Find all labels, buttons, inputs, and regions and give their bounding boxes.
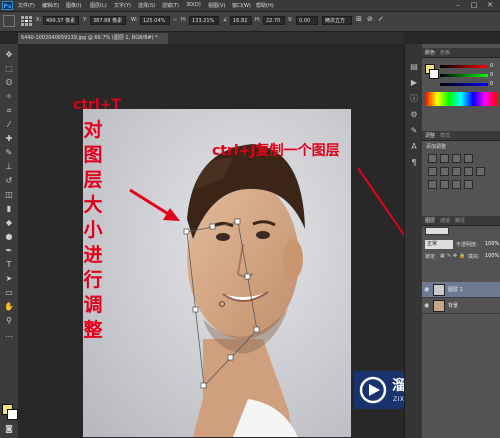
threshold-icon[interactable]: [452, 180, 461, 189]
panel-icon-strip: ▤ ▶ ⓘ ⚙ ✎ A ¶: [404, 44, 423, 438]
adjust-hint: 添加调整: [426, 144, 447, 150]
tab-styles[interactable]: 样式: [440, 132, 450, 139]
invert-icon[interactable]: [428, 180, 437, 189]
red-value[interactable]: 0: [490, 63, 493, 69]
tab-adjust[interactable]: 调整: [425, 132, 435, 139]
layers-panel-header: 图层 通道 路径: [422, 216, 500, 226]
opacity-label: 不透明度:: [456, 242, 478, 248]
right-panels: 颜色 色板 0 0 0 调整 样式 添加调整 图层 通道 路径 正常 不透明度:…: [422, 44, 500, 438]
vibrance-icon[interactable]: [428, 167, 437, 176]
brush-preset-icon[interactable]: ✎: [409, 126, 419, 136]
color-spectrum[interactable]: [425, 92, 497, 106]
tab-paths[interactable]: 路径: [455, 217, 465, 224]
eye-icon[interactable]: ◉: [424, 286, 429, 293]
tab-swatches[interactable]: 色板: [440, 49, 450, 56]
layer-row-layer1[interactable]: ◉ 图层 1: [422, 282, 500, 298]
eye-icon[interactable]: ◉: [424, 302, 429, 309]
info-icon[interactable]: ⓘ: [409, 94, 419, 104]
layer-name[interactable]: 图层 1: [448, 286, 463, 293]
curves-icon[interactable]: [452, 154, 461, 163]
color-balance-icon[interactable]: [452, 167, 461, 176]
blend-mode-select[interactable]: 正常: [425, 240, 453, 249]
tab-layers[interactable]: 图层: [425, 217, 435, 224]
tab-channels[interactable]: 通道: [440, 217, 450, 224]
tab-color[interactable]: 颜色: [425, 49, 435, 56]
layer-thumbnail: [433, 284, 445, 296]
paragraph-icon[interactable]: ¶: [409, 158, 419, 168]
layer-row-background[interactable]: ◉ 背景: [422, 298, 500, 314]
adjust-panel-header: 调整 样式: [422, 131, 500, 141]
history-icon[interactable]: ▤: [409, 62, 419, 72]
lock-icons[interactable]: ▦✎✥🔒: [440, 253, 467, 259]
arrow-head-left: [163, 208, 180, 221]
red-slider[interactable]: [440, 65, 488, 68]
layer-thumbnail: [433, 300, 445, 312]
layer-name[interactable]: 背景: [448, 302, 458, 309]
actions-icon[interactable]: ▶: [409, 78, 419, 88]
brightness-icon[interactable]: [428, 154, 437, 163]
gradient-map-icon[interactable]: [464, 180, 473, 189]
character-icon[interactable]: A: [409, 142, 419, 152]
posterize-icon[interactable]: [440, 180, 449, 189]
lock-label: 锁定:: [425, 254, 437, 260]
photo-filter-icon[interactable]: [476, 167, 485, 176]
blue-value[interactable]: 0: [490, 81, 493, 87]
hue-saturation-icon[interactable]: [440, 167, 449, 176]
properties-icon[interactable]: ⚙: [409, 110, 419, 120]
blue-slider[interactable]: [440, 83, 488, 86]
exposure-icon[interactable]: [464, 154, 473, 163]
play-logo-icon: [359, 376, 387, 404]
color-bg-swatch[interactable]: [429, 69, 439, 79]
green-value[interactable]: 0: [490, 72, 493, 78]
color-panel-header: 颜色 色板: [422, 48, 500, 58]
fill-value[interactable]: 100%: [485, 253, 499, 259]
fill-label: 填充:: [468, 254, 480, 260]
opacity-value[interactable]: 100%: [485, 241, 499, 247]
black-white-icon[interactable]: [464, 167, 473, 176]
levels-icon[interactable]: [440, 154, 449, 163]
layer-filter-select[interactable]: [425, 227, 449, 235]
green-slider[interactable]: [440, 74, 488, 77]
